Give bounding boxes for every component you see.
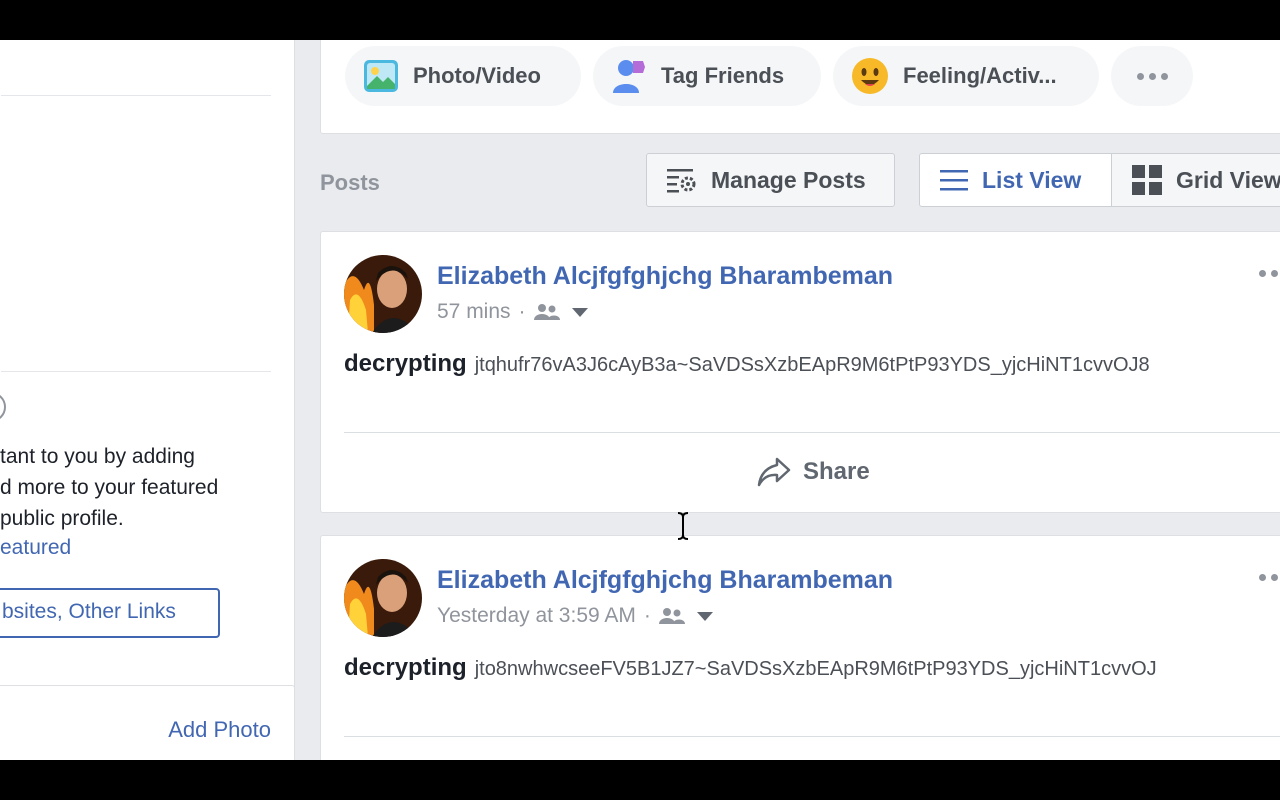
manage-posts-label: Manage Posts: [711, 166, 866, 193]
post-options-button[interactable]: [1259, 574, 1280, 581]
share-icon: [757, 457, 791, 487]
post-meta: 57 mins ·: [437, 300, 588, 324]
post-time[interactable]: 57 mins: [437, 300, 511, 324]
photo-icon: [364, 60, 398, 92]
feeling-activity-button[interactable]: Feeling/Activ...: [833, 46, 1099, 106]
grid-view-label: Grid View: [1176, 166, 1280, 193]
friends-audience-icon[interactable]: [533, 303, 560, 321]
post-divider: [344, 736, 1280, 737]
manage-posts-button[interactable]: Manage Posts: [646, 153, 895, 207]
viewport: tant to you by adding d more to your fea…: [0, 40, 1280, 760]
posts-heading: Posts: [320, 170, 380, 195]
post-card: Elizabeth Alcjfgfghjchg Bharambeman 57 m…: [320, 231, 1280, 513]
post-time[interactable]: Yesterday at 3:59 AM: [437, 604, 636, 628]
post-keyword: decrypting: [344, 654, 467, 681]
divider: [1, 95, 271, 96]
post-code: jto8nwhwcseeFV5B1JZ7~SaVDSsXzbEApR9M6tPt…: [474, 658, 1157, 680]
friends-audience-icon[interactable]: [658, 607, 685, 625]
post-body: decrypting jto8nwhwcseeFV5B1JZ7~SaVDSsXzb…: [344, 654, 1157, 682]
featured-line: d more to your featured: [0, 476, 219, 499]
post-options-button[interactable]: [1259, 270, 1280, 277]
featured-description: tant to you by adding d more to your fea…: [0, 441, 280, 534]
text-cursor-icon: [677, 512, 689, 540]
feeling-activity-label: Feeling/Activ...: [903, 63, 1057, 88]
list-icon: [940, 170, 968, 191]
grid-icon: [1132, 165, 1162, 195]
divider: [1, 371, 271, 372]
more-options-button[interactable]: [1111, 46, 1193, 106]
share-button[interactable]: Share: [757, 457, 870, 487]
post-code: jtqhufr76vA3J6cAyB3a~SaVDSsXzbEApR9M6tPt…: [474, 354, 1150, 376]
photo-video-button[interactable]: Photo/Video: [345, 46, 581, 106]
avatar[interactable]: [344, 255, 422, 333]
post-keyword: decrypting: [344, 350, 467, 377]
tag-friends-icon: [613, 60, 645, 93]
post-author[interactable]: Elizabeth Alcjfgfghjchg Bharambeman: [437, 262, 893, 291]
list-view-label: List View: [982, 166, 1082, 193]
tag-friends-label: Tag Friends: [661, 63, 785, 88]
meta-separator: ·: [518, 300, 526, 323]
list-view-button[interactable]: List View: [919, 153, 1112, 207]
featured-line: tant to you by adding: [0, 445, 195, 468]
more-icon: [1136, 72, 1168, 80]
post-divider: [344, 432, 1280, 433]
audience-dropdown-caret[interactable]: [696, 611, 713, 621]
featured-line: public profile.: [0, 507, 124, 530]
smiley-icon: [852, 58, 888, 94]
add-featured-link[interactable]: eatured: [0, 536, 71, 560]
more-icon: [1259, 574, 1280, 581]
websites-other-links-button[interactable]: bsites, Other Links: [0, 588, 220, 638]
post-card: Elizabeth Alcjfgfghjchg Bharambeman Yest…: [320, 535, 1280, 760]
post-author[interactable]: Elizabeth Alcjfgfghjchg Bharambeman: [437, 566, 893, 595]
grid-view-button[interactable]: Grid View: [1111, 153, 1280, 207]
post-meta: Yesterday at 3:59 AM ·: [437, 604, 713, 628]
avatar[interactable]: [344, 559, 422, 637]
share-label: Share: [803, 458, 870, 485]
more-icon: [1259, 270, 1280, 277]
photo-video-label: Photo/Video: [413, 63, 541, 88]
add-photo-link[interactable]: Add Photo: [168, 717, 271, 743]
manage-posts-icon: [667, 169, 696, 193]
tag-friends-button[interactable]: Tag Friends: [593, 46, 821, 106]
audience-dropdown-caret[interactable]: [571, 307, 588, 317]
meta-separator: ·: [643, 604, 651, 627]
post-composer: Photo/Video Tag Friends Feeling/Activ...: [320, 40, 1280, 134]
post-body: decrypting jtqhufr76vA3J6cAyB3a~SaVDSsXzb…: [344, 350, 1150, 378]
